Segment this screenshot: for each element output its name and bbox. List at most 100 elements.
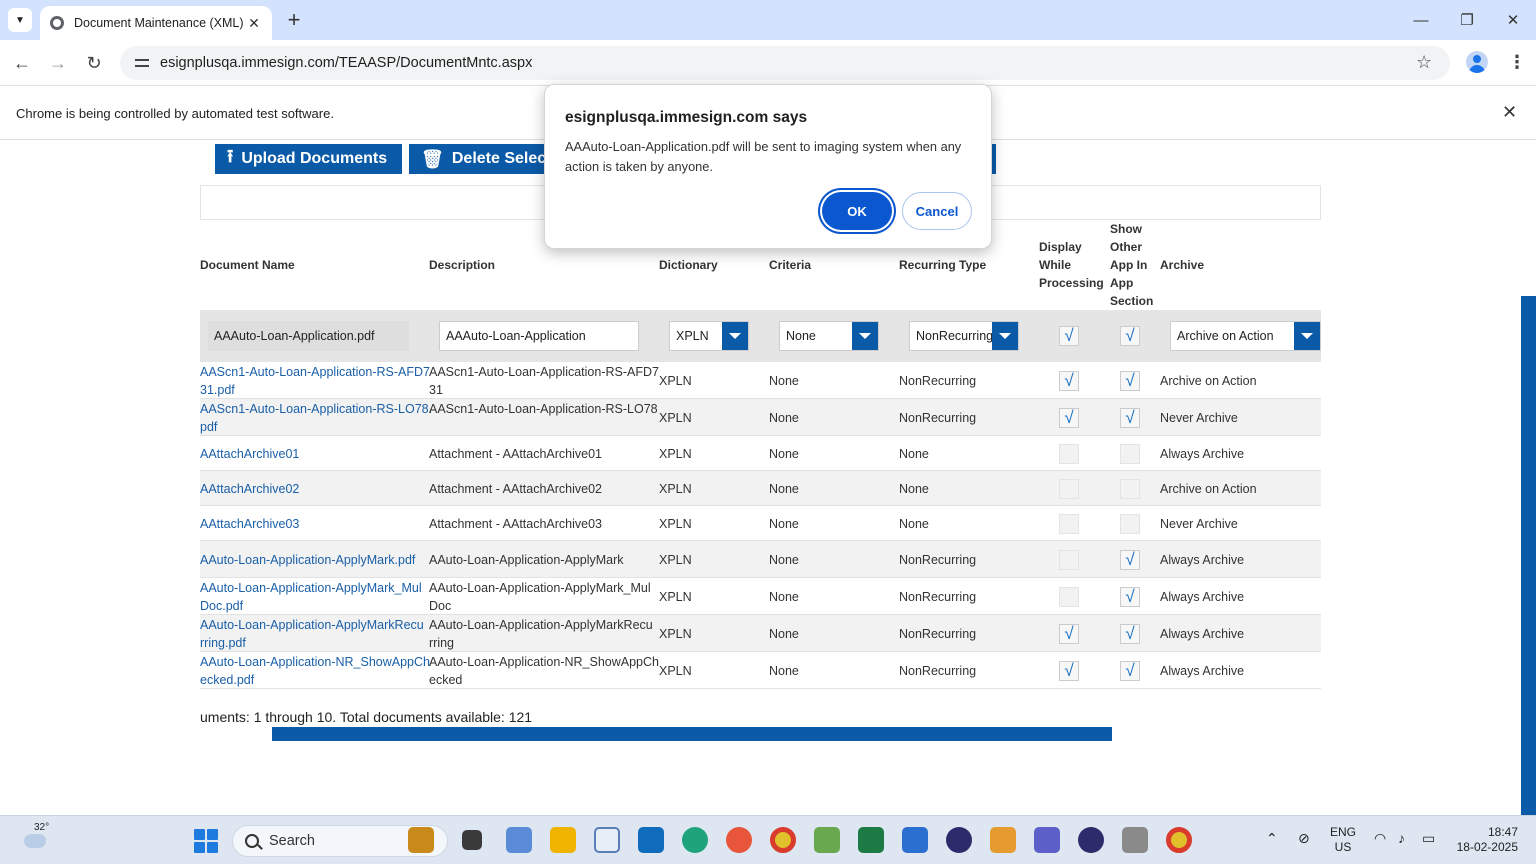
row-document-name-link[interactable]: AAttachArchive02 <box>200 480 299 498</box>
mail-icon[interactable] <box>594 827 620 853</box>
row-show-checkbox[interactable]: √ <box>1120 550 1140 570</box>
chevron-up-icon[interactable]: ⌃ <box>1266 830 1278 847</box>
firefox-icon[interactable] <box>726 827 752 853</box>
row-show-checkbox[interactable]: √ <box>1120 624 1140 644</box>
row-show-checkbox[interactable]: √ <box>1120 408 1140 428</box>
header-criteria[interactable]: Criteria <box>769 256 811 274</box>
reload-icon[interactable]: ↻ <box>81 50 107 76</box>
notepad-icon[interactable] <box>902 827 928 853</box>
browser-toolbar: ← → ↻ esignplusqa.immesign.com/TEAASP/Do… <box>0 40 1536 86</box>
clock[interactable]: 18:47 18-02-2025 <box>1452 825 1518 855</box>
site-info-icon[interactable] <box>134 55 150 71</box>
windows-start-icon[interactable] <box>194 829 218 853</box>
edge-icon[interactable] <box>682 827 708 853</box>
chrome-active-icon[interactable] <box>1166 827 1192 853</box>
header-dictionary[interactable]: Dictionary <box>659 256 718 274</box>
dropdown-arrow-icon[interactable] <box>852 322 878 350</box>
close-tab-icon[interactable]: ✕ <box>246 15 262 31</box>
vertical-scrollbar[interactable] <box>1521 296 1536 815</box>
row-dictionary: XPLN <box>659 551 692 569</box>
row-recurring-type: None <box>899 515 929 533</box>
row-display-checkbox[interactable]: √ <box>1059 408 1079 428</box>
language-indicator[interactable]: ENG US <box>1330 825 1356 855</box>
row-document-name-link[interactable]: AAScn1-Auto-Loan-Application-RS-AFD7 31.p… <box>200 363 430 399</box>
dialog-cancel-button[interactable]: Cancel <box>902 192 972 230</box>
briefcase-icon[interactable] <box>408 827 434 853</box>
edit-display-checkbox[interactable]: √ <box>1059 326 1079 346</box>
upload-documents-button[interactable]: ⭱ Upload Documents <box>215 144 402 174</box>
row-display-checkbox[interactable] <box>1059 479 1079 499</box>
row-document-name-link[interactable]: AAuto-Loan-Application-ApplyMark_Mul Doc.… <box>200 579 422 615</box>
volume-icon[interactable]: ♪ <box>1398 830 1405 846</box>
row-display-checkbox[interactable] <box>1059 514 1079 534</box>
address-bar[interactable]: esignplusqa.immesign.com/TEAASP/Document… <box>120 46 1450 80</box>
row-document-name-link[interactable]: AAttachArchive01 <box>200 445 299 463</box>
edit-dictionary-select[interactable]: XPLN <box>669 321 749 351</box>
network-offline-icon[interactable]: ⊘ <box>1298 830 1310 847</box>
row-document-name-link[interactable]: AAuto-Loan-Application-NR_ShowAppCh ecked… <box>200 653 430 689</box>
bookmark-star-icon[interactable]: ☆ <box>1416 52 1432 73</box>
row-show-checkbox[interactable] <box>1120 514 1140 534</box>
row-display-checkbox[interactable] <box>1059 444 1079 464</box>
new-tab-button[interactable]: + <box>282 7 306 32</box>
row-document-name-link-line1: AAttachArchive02 <box>200 482 300 496</box>
header-archive[interactable]: Archive <box>1160 256 1204 274</box>
edit-criteria-select[interactable]: None <box>779 321 879 351</box>
outlook-icon[interactable] <box>638 827 664 853</box>
row-show-checkbox[interactable] <box>1120 479 1140 499</box>
forward-arrow-icon[interactable]: → <box>45 50 71 76</box>
browser-tab[interactable]: Document Maintenance (XML) ✕ <box>40 6 272 40</box>
restore-icon[interactable]: ❐ <box>1444 0 1490 40</box>
edit-description-input[interactable]: AAAuto-Loan-Application <box>439 321 639 351</box>
row-display-checkbox[interactable]: √ <box>1059 371 1079 391</box>
tab-search-button[interactable]: ▼ <box>8 8 32 32</box>
window-close-icon[interactable]: ✕ <box>1490 0 1536 40</box>
row-show-checkbox[interactable]: √ <box>1120 661 1140 681</box>
battery-icon[interactable]: ▭ <box>1422 830 1435 847</box>
header-show-other-app[interactable]: Show Other App In App Section <box>1110 220 1153 310</box>
row-document-name-link[interactable]: AAScn1-Auto-Loan-Application-RS-LO78. pdf <box>200 400 432 436</box>
eclipse-icon[interactable] <box>946 827 972 853</box>
row-show-checkbox[interactable]: √ <box>1120 371 1140 391</box>
eclipse-icon-2[interactable] <box>1078 827 1104 853</box>
dropdown-arrow-icon[interactable] <box>1294 322 1320 350</box>
header-document-name[interactable]: Document Name <box>200 256 295 274</box>
teams-icon[interactable] <box>1034 827 1060 853</box>
profile-avatar-icon[interactable] <box>1466 51 1488 73</box>
infobar-close-icon[interactable]: ✕ <box>1502 102 1517 123</box>
edit-recurring-select[interactable]: NonRecurring <box>909 321 1019 351</box>
pager-bar[interactable] <box>272 727 1112 741</box>
back-arrow-icon[interactable]: ← <box>9 50 35 76</box>
copilot-icon[interactable] <box>506 827 532 853</box>
menu-dots-icon[interactable]: ⋮ <box>1508 52 1526 73</box>
row-document-name-link[interactable]: AAttachArchive03 <box>200 515 299 533</box>
row-show-checkbox[interactable] <box>1120 444 1140 464</box>
header-description[interactable]: Description <box>429 256 495 274</box>
excel-icon[interactable] <box>858 827 884 853</box>
dropdown-arrow-icon[interactable] <box>992 322 1018 350</box>
tool-icon[interactable] <box>990 827 1016 853</box>
wifi-icon[interactable]: ◠ <box>1374 830 1386 847</box>
row-display-checkbox[interactable]: √ <box>1059 624 1079 644</box>
edit-archive-select[interactable]: Archive on Action <box>1170 321 1321 351</box>
row-document-name-link-line1: AAScn1-Auto-Loan-Application-RS-LO78. <box>200 402 433 416</box>
row-recurring-type-line1: None <box>899 447 929 461</box>
row-display-checkbox[interactable] <box>1059 587 1079 607</box>
image-app-icon[interactable] <box>814 827 840 853</box>
header-recurring-type[interactable]: Recurring Type <box>899 256 986 274</box>
header-display-while-processing[interactable]: Display While Processing <box>1039 238 1104 292</box>
edit-show-checkbox[interactable]: √ <box>1120 326 1140 346</box>
row-display-checkbox[interactable]: √ <box>1059 661 1079 681</box>
row-display-checkbox[interactable] <box>1059 550 1079 570</box>
dropdown-arrow-icon[interactable] <box>722 322 748 350</box>
chrome-icon[interactable] <box>770 827 796 853</box>
row-document-name-link[interactable]: AAuto-Loan-Application-ApplyMark.pdf <box>200 551 415 569</box>
row-document-name-link[interactable]: AAuto-Loan-Application-ApplyMarkRecu rrin… <box>200 616 424 652</box>
paint-icon[interactable] <box>1122 827 1148 853</box>
dialog-ok-button[interactable]: OK <box>822 192 892 230</box>
file-explorer-icon[interactable] <box>550 827 576 853</box>
task-view-icon[interactable] <box>462 830 482 850</box>
row-show-checkbox[interactable]: √ <box>1120 587 1140 607</box>
weather-widget[interactable]: 32° <box>18 822 50 854</box>
minimize-icon[interactable]: — <box>1398 0 1444 40</box>
